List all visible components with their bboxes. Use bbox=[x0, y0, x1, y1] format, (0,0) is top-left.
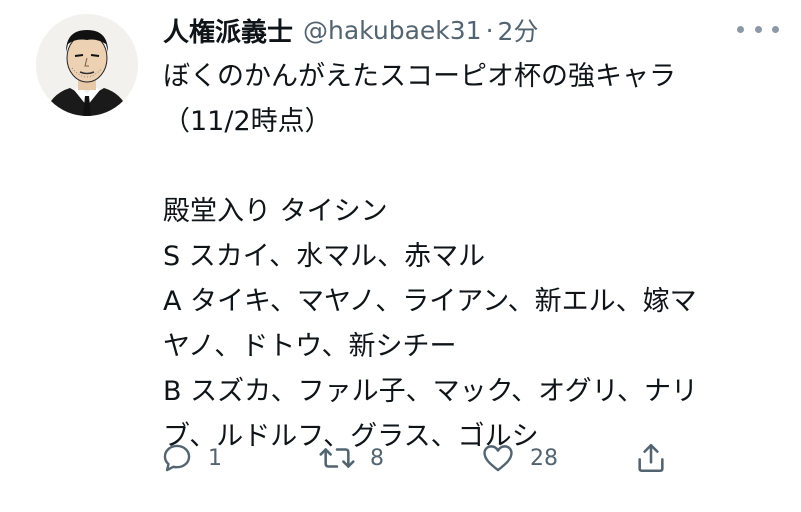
tweet-line: B スズカ、ファル子、マック、オグリ、ナリ bbox=[163, 376, 698, 407]
more-icon[interactable] bbox=[737, 18, 779, 40]
avatar[interactable] bbox=[36, 14, 138, 116]
timestamp[interactable]: 2分 bbox=[498, 12, 539, 48]
tweet-line: A タイキ、マヤノ、ライアン、新エル、嫁マ bbox=[163, 286, 697, 317]
avatar-portrait bbox=[36, 14, 138, 116]
retweet-button[interactable]: 8 bbox=[318, 436, 384, 480]
share-button[interactable] bbox=[634, 436, 668, 480]
tweet-header: 人権派義士 @hakubaek31 · 2分 bbox=[163, 12, 538, 48]
tweet-line bbox=[163, 144, 763, 189]
more-dot bbox=[754, 25, 762, 33]
more-dot bbox=[772, 25, 779, 33]
action-bar: 1 8 28 bbox=[160, 436, 680, 480]
reply-count: 1 bbox=[208, 445, 222, 471]
tweet-line: ぼくのかんがえたスコーピオ杯の強キャラ bbox=[163, 61, 676, 92]
heart-icon bbox=[483, 445, 513, 472]
tweet[interactable]: 人権派義士 @hakubaek31 · 2分 ぼくのかんがえたスコーピオ杯の強キ… bbox=[0, 0, 801, 512]
share-icon bbox=[638, 443, 664, 473]
tweet-line: ヤノ、ドトウ、新シチー bbox=[163, 331, 457, 362]
tweet-line: 殿堂入り タイシン bbox=[163, 196, 388, 227]
separator-dot: · bbox=[485, 15, 494, 45]
like-button[interactable]: 28 bbox=[480, 436, 558, 480]
more-dot bbox=[737, 25, 744, 33]
tweet-line: （11/2時点） bbox=[163, 106, 332, 137]
tweet-text: ぼくのかんがえたスコーピオ杯の強キャラ （11/2時点） 殿堂入り タイシン S… bbox=[163, 54, 763, 459]
display-name[interactable]: 人権派義士 bbox=[163, 12, 293, 49]
reply-button[interactable]: 1 bbox=[160, 436, 222, 480]
retweet-count: 8 bbox=[370, 445, 384, 471]
user-handle[interactable]: @hakubaek31 bbox=[303, 16, 482, 45]
retweet-icon bbox=[319, 448, 355, 468]
like-count: 28 bbox=[530, 445, 558, 471]
reply-icon bbox=[163, 444, 191, 472]
tweet-line: S スカイ、水マル、赤マル bbox=[163, 241, 486, 272]
